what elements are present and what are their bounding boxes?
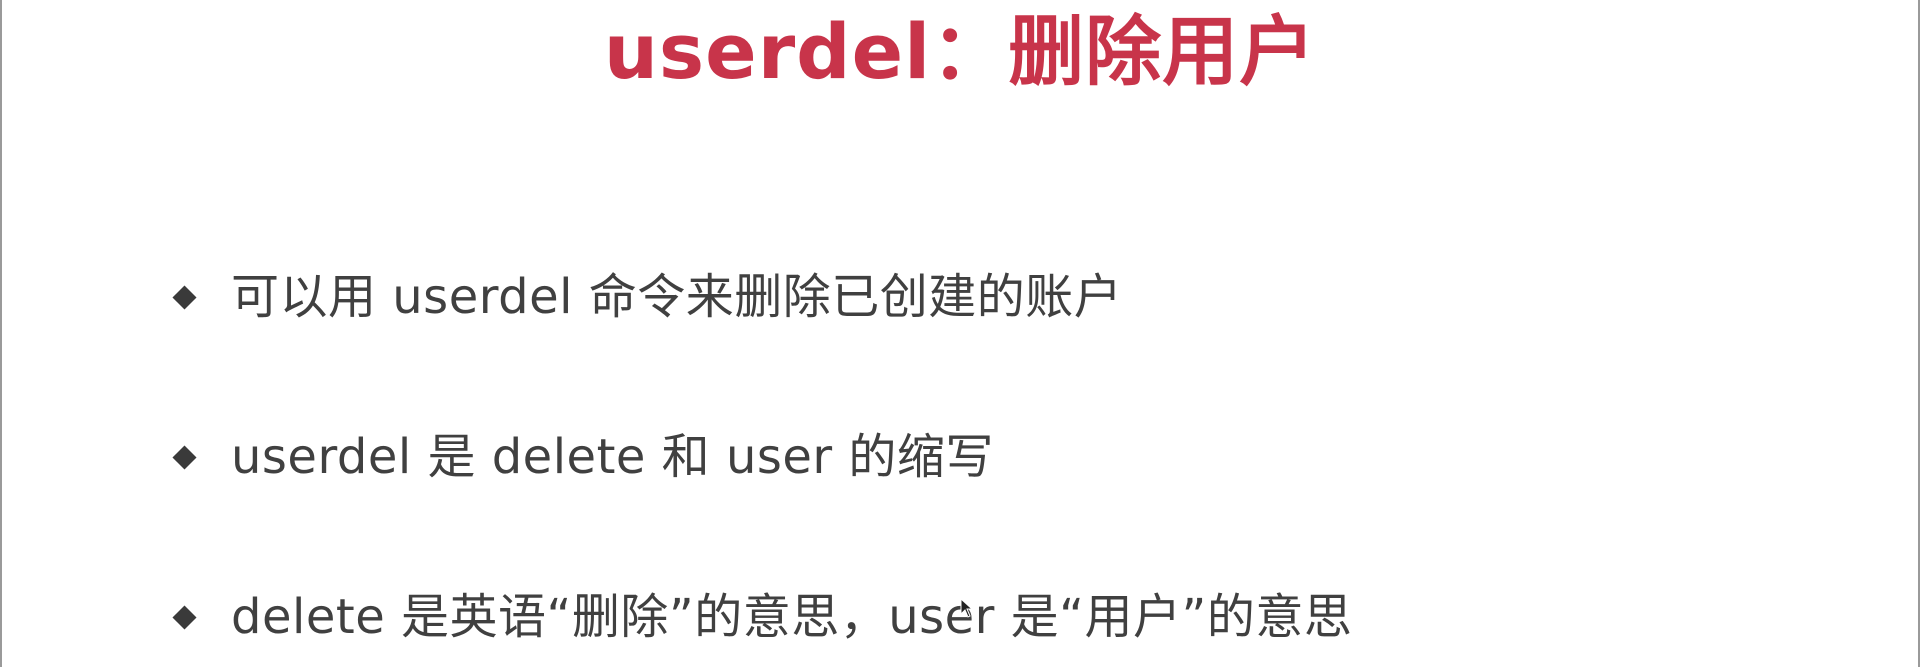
bullet-item: 可以用 userdel 命令来删除已创建的账户 xyxy=(170,262,1122,332)
diamond-bullet-icon xyxy=(172,284,197,310)
bullet-item: userdel 是 delete 和 user 的缩写 xyxy=(170,422,994,492)
slide-title: userdel：删除用户 xyxy=(603,7,1317,96)
diamond-bullet-icon xyxy=(172,604,197,630)
bullet-text: delete 是英语“删除”的意思，user 是“用户”的意思 xyxy=(231,589,1353,645)
bullet-item: delete 是英语“删除”的意思，user 是“用户”的意思 xyxy=(170,582,1352,652)
diamond-bullet-icon xyxy=(172,444,197,470)
slide: userdel：删除用户 可以用 userdel 命令来删除已创建的账户 use… xyxy=(0,0,1920,667)
mouse-pointer-icon xyxy=(960,598,974,618)
bullet-text: userdel 是 delete 和 user 的缩写 xyxy=(231,429,994,485)
bullet-text: 可以用 userdel 命令来删除已创建的账户 xyxy=(231,269,1123,325)
